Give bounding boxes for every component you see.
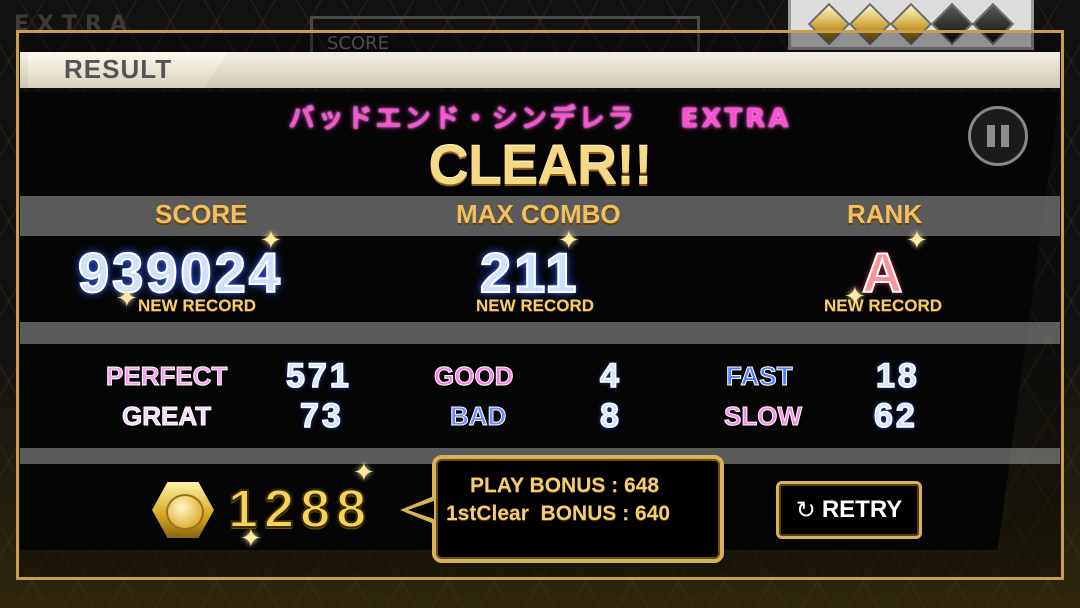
bad-value: 8	[599, 396, 622, 436]
score-new-record: NEW RECORD	[138, 296, 257, 315]
result-label: RESULT	[64, 54, 173, 84]
good-label: GOOD	[433, 361, 514, 392]
slow-label: SLOW	[724, 401, 803, 432]
fast-value: 18	[875, 356, 920, 396]
sparkle-icon: ✦	[260, 226, 282, 256]
combo-new-record: NEW RECORD	[476, 296, 595, 315]
score-label: SCORE	[155, 199, 248, 229]
refresh-icon: ↻	[795, 496, 816, 524]
rank-new-record: NEW RECORD	[824, 296, 943, 315]
sparkle-icon: ✦	[906, 226, 928, 256]
sparkle-icon: ✦	[558, 226, 580, 256]
song-title: バッドエンド・シンデレラ EXTRA	[288, 104, 792, 134]
perfect-value: 571	[285, 356, 352, 396]
divider-band	[20, 322, 1060, 344]
sparkle-icon: ✦	[116, 284, 138, 314]
first-clear-bonus: 1stClear BONUS : 640	[446, 502, 671, 525]
pause-button[interactable]	[968, 106, 1028, 166]
retry-button[interactable]: ↻ RETRY	[776, 481, 922, 539]
retry-label: RETRY	[821, 496, 903, 523]
coin-face	[166, 494, 204, 530]
slow-value: 62	[873, 396, 918, 436]
max-combo-label: MAX COMBO	[456, 199, 621, 229]
good-value: 4	[599, 356, 622, 396]
fast-label: FAST	[725, 361, 793, 392]
great-label: GREAT	[121, 401, 212, 432]
perfect-label: PERFECT	[105, 361, 228, 392]
bad-label: BAD	[449, 401, 507, 432]
coin-value: 1288	[227, 478, 373, 540]
pause-icon	[987, 125, 995, 147]
song-difficulty: EXTRA	[680, 104, 792, 134]
great-value: 73	[299, 396, 344, 436]
sparkle-icon: ✦	[844, 282, 866, 312]
play-bonus: PLAY BONUS : 648	[470, 474, 660, 497]
clear-status: CLEAR!!	[428, 133, 652, 196]
